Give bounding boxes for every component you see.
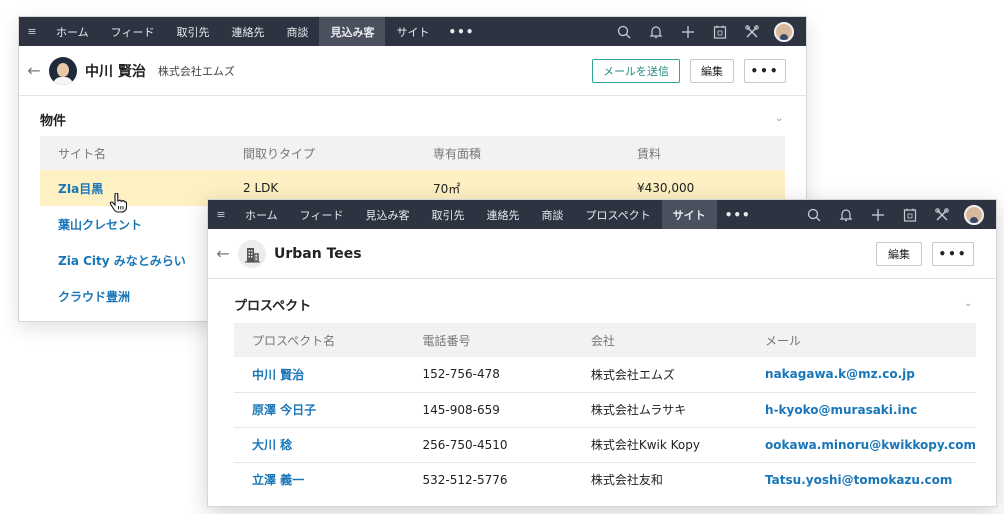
- tab-sites[interactable]: サイト: [661, 200, 717, 229]
- calendar-icon[interactable]: [894, 200, 926, 229]
- search-icon[interactable]: [798, 200, 830, 229]
- column-header: 専有面積: [415, 136, 619, 170]
- chevron-down-icon[interactable]: ⌄: [775, 113, 783, 124]
- tab-feed[interactable]: フィード: [289, 200, 355, 229]
- tools-icon[interactable]: [736, 17, 768, 46]
- table-header-row: プロスペクト名 電話番号 会社 メール: [234, 323, 976, 357]
- table-cell: 株式会社エムズ: [572, 357, 748, 393]
- building-icon: [238, 239, 266, 268]
- send-email-button[interactable]: メールを送信: [592, 58, 680, 83]
- email-link[interactable]: ookawa.minoru@kwikkopy.com: [747, 427, 976, 463]
- prospect-name-link[interactable]: 立澤 義一: [234, 462, 404, 497]
- site-name-link[interactable]: Zia City みなとみらい: [40, 242, 225, 278]
- table-cell: 145-908-659: [404, 392, 573, 428]
- top-nav: ≡ ホーム フィード 取引先 連絡先 商談 見込み客 サイト •••: [19, 17, 806, 46]
- search-icon[interactable]: [608, 17, 640, 46]
- email-link[interactable]: h-kyoko@murasaki.inc: [747, 392, 976, 428]
- table-cell: 152-756-478: [404, 357, 573, 393]
- column-header: メール: [747, 323, 976, 357]
- column-header: 電話番号: [404, 323, 573, 357]
- more-actions-button[interactable]: •••: [744, 58, 786, 83]
- prospect-name-link[interactable]: 原澤 今日子: [234, 392, 405, 428]
- site-name-link[interactable]: クラウド豊洲: [40, 278, 225, 314]
- more-tabs-button[interactable]: •••: [440, 25, 482, 39]
- tab-contacts[interactable]: 連絡先: [475, 200, 530, 229]
- more-actions-button[interactable]: •••: [932, 241, 974, 266]
- tab-prospects[interactable]: プロスペクト: [574, 200, 661, 229]
- hand-cursor-icon: [109, 192, 128, 217]
- menu-icon[interactable]: ≡: [19, 25, 45, 38]
- tab-contacts[interactable]: 連絡先: [220, 17, 275, 46]
- column-header: 間取りタイプ: [225, 136, 415, 170]
- tab-sites[interactable]: サイト: [385, 17, 440, 46]
- calendar-icon[interactable]: [704, 17, 736, 46]
- edit-button[interactable]: 編集: [690, 58, 734, 83]
- contact-company[interactable]: 株式会社エムズ: [158, 63, 235, 79]
- table-row[interactable]: 中川 賢治 152-756-478 株式会社エムズ nakagawa.k@mz.…: [234, 357, 976, 393]
- contact-avatar: [49, 56, 77, 85]
- table-header-row: サイト名 間取りタイプ 専有面積 賃料: [40, 136, 785, 170]
- prospect-name-link[interactable]: 中川 賢治: [234, 357, 405, 393]
- user-avatar[interactable]: [768, 17, 800, 46]
- site-name-link[interactable]: ZIa目黒: [40, 170, 225, 206]
- site-name-link[interactable]: 葉山クレセント: [40, 206, 225, 242]
- back-arrow-icon[interactable]: ←: [208, 244, 238, 263]
- tab-home[interactable]: ホーム: [234, 200, 289, 229]
- tab-leads[interactable]: 見込み客: [319, 17, 386, 46]
- prospect-name-link[interactable]: 大川 稔: [234, 427, 405, 463]
- bell-icon[interactable]: [830, 200, 862, 229]
- prospects-table: プロスペクト名 電話番号 会社 メール 中川 賢治 152-756-478 株式…: [234, 323, 976, 497]
- plus-icon[interactable]: [862, 200, 894, 229]
- table-cell: 株式会社Kwik Kopy: [572, 427, 748, 463]
- table-cell: 256-750-4510: [404, 427, 573, 463]
- column-header: サイト名: [40, 136, 225, 170]
- chevron-down-icon[interactable]: ⌄: [964, 298, 972, 309]
- tab-deals[interactable]: 商談: [530, 200, 574, 229]
- table-row[interactable]: 大川 稔 256-750-4510 株式会社Kwik Kopy ookawa.m…: [234, 427, 976, 463]
- column-header: 賃料: [619, 136, 785, 170]
- site-window: ≡ ホーム フィード 見込み客 取引先 連絡先 商談 プロスペクト サイト ••…: [207, 199, 997, 507]
- table-cell: 株式会社友和: [590, 473, 663, 488]
- table-cell: 株式会社ムラサキ: [572, 392, 748, 428]
- contact-name: 中川 賢治: [85, 63, 146, 80]
- email-link[interactable]: nakagawa.k@mz.co.jp: [747, 357, 976, 393]
- record-header: ← Urban Tees 編集 •••: [208, 229, 996, 279]
- tab-feed[interactable]: フィード: [100, 17, 166, 46]
- tab-accounts[interactable]: 取引先: [165, 17, 220, 46]
- record-header: ← 中川 賢治 株式会社エムズ メールを送信 編集 •••: [19, 46, 806, 96]
- column-header: 会社: [572, 323, 748, 357]
- tab-leads[interactable]: 見込み客: [354, 200, 420, 229]
- user-avatar[interactable]: [958, 200, 990, 229]
- section-title: プロスペクト: [234, 299, 312, 314]
- top-nav: ≡ ホーム フィード 見込み客 取引先 連絡先 商談 プロスペクト サイト ••…: [208, 200, 996, 229]
- tab-accounts[interactable]: 取引先: [420, 200, 475, 229]
- table-row[interactable]: 原澤 今日子 145-908-659 株式会社ムラサキ h-kyoko@mura…: [234, 392, 976, 428]
- back-arrow-icon[interactable]: ←: [19, 61, 49, 80]
- tab-home[interactable]: ホーム: [45, 17, 100, 46]
- tools-icon[interactable]: [926, 200, 958, 229]
- site-name: Urban Tees: [274, 245, 362, 262]
- menu-icon[interactable]: ≡: [208, 208, 234, 221]
- bell-icon[interactable]: [640, 17, 672, 46]
- plus-icon[interactable]: [672, 17, 704, 46]
- tab-deals[interactable]: 商談: [275, 17, 319, 46]
- section-title: 物件: [40, 114, 67, 129]
- edit-button[interactable]: 編集: [876, 241, 922, 266]
- table-cell: 532-512-5776: [422, 472, 508, 487]
- column-header: プロスペクト名: [234, 323, 405, 357]
- more-tabs-button[interactable]: •••: [717, 208, 759, 222]
- table-row[interactable]: 立澤 義一 532-512-5776 株式会社友和 Tatsu.yoshi@to…: [234, 462, 976, 497]
- email-link[interactable]: Tatsu.yoshi@tomokazu.com: [747, 462, 976, 497]
